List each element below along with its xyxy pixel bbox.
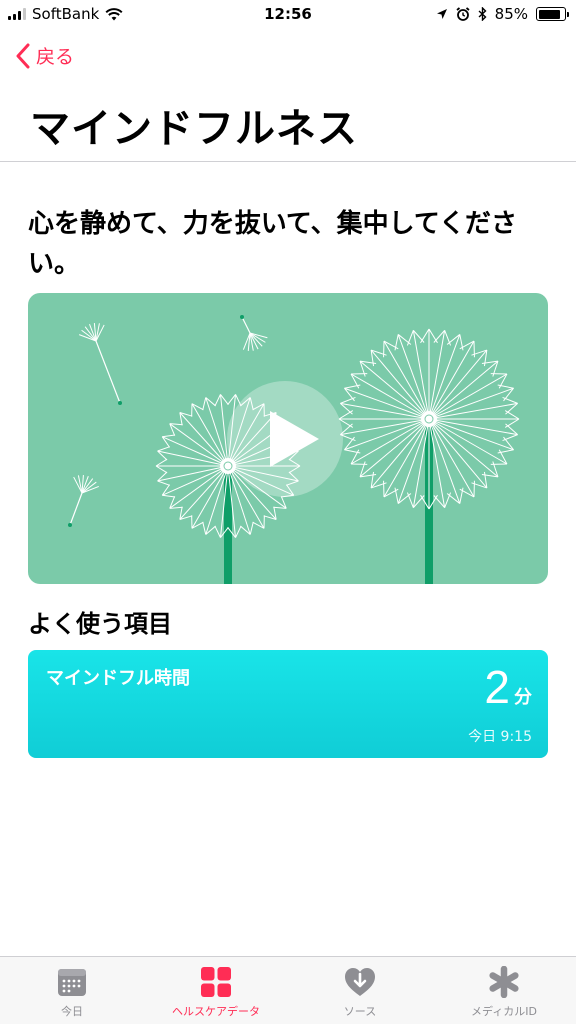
tab-sources[interactable]: ソース: [288, 957, 432, 1024]
mindful-minutes-value: 2: [484, 661, 510, 713]
mindful-minutes-value-group: 2 分: [484, 660, 532, 714]
alarm-icon: [456, 7, 470, 21]
mindful-minutes-timestamp: 今日 9:15: [468, 729, 532, 745]
mindful-minutes-card[interactable]: マインドフル時間 2 分 今日 9:15: [28, 650, 548, 758]
tab-label: 今日: [61, 1005, 83, 1018]
tab-today[interactable]: 今日: [0, 957, 144, 1024]
location-icon: [436, 9, 447, 19]
dandelion-illustration: [68, 315, 520, 584]
battery-icon: [536, 7, 569, 21]
chevron-left-icon: [16, 43, 30, 68]
tab-label: ソース: [343, 1005, 377, 1018]
calendar-icon: [58, 969, 86, 996]
favorites-title: よく使う項目: [28, 610, 172, 638]
tab-health-data[interactable]: ヘルスケアデータ: [144, 957, 288, 1024]
bluetooth-icon: [478, 7, 487, 21]
mindful-minutes-label: マインドフル時間: [46, 668, 190, 689]
tab-label: メディカルID: [471, 1005, 537, 1018]
status-right: 85%: [436, 5, 569, 23]
back-label: 戻る: [36, 46, 75, 68]
back-button[interactable]: 戻る: [16, 42, 74, 69]
status-bar: SoftBank 12:56 85%: [0, 0, 576, 30]
heart-download-icon: [345, 968, 375, 996]
grid-icon: [201, 967, 231, 997]
mindful-minutes-unit: 分: [514, 687, 532, 708]
tab-label: ヘルスケアデータ: [172, 1005, 260, 1018]
page-title: マインドフルネス: [30, 106, 358, 152]
tab-bar: 今日 ヘルスケアデータ ソース メディカルID: [0, 956, 576, 1024]
tab-medical-id[interactable]: メディカルID: [432, 957, 576, 1024]
tagline: 心を静めて、力を抜いて、集中してください。: [28, 209, 518, 279]
battery-percent: 85%: [494, 5, 528, 23]
battery-level: [538, 9, 560, 19]
asterisk-icon: [489, 966, 519, 998]
intro-video-card[interactable]: [28, 293, 548, 584]
